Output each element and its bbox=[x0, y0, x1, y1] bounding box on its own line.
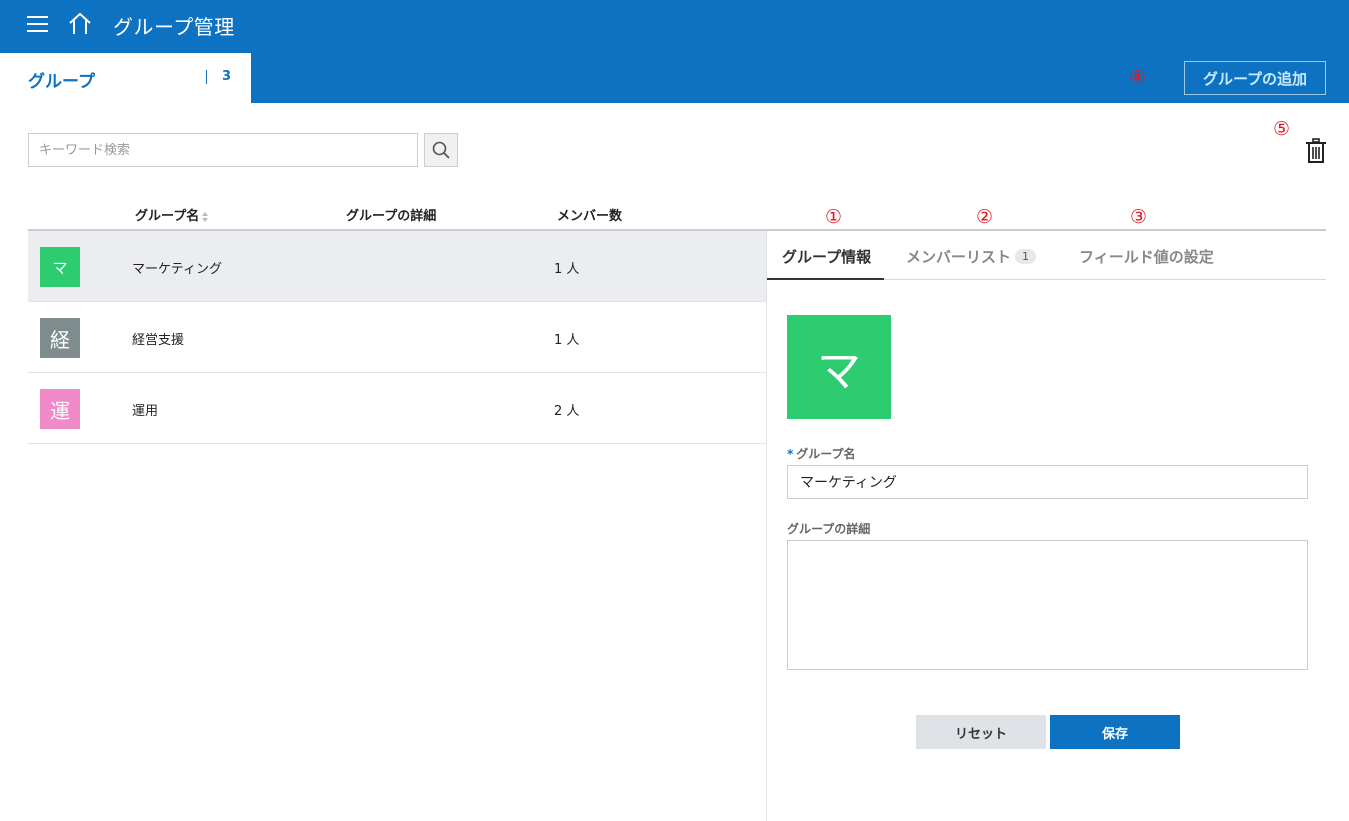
sort-icon[interactable] bbox=[201, 211, 209, 223]
annotation-3: ③ bbox=[1130, 206, 1148, 228]
trash-icon[interactable] bbox=[1305, 138, 1327, 164]
annotation-5: ⑤ bbox=[1273, 118, 1291, 140]
annotation-2: ② bbox=[976, 206, 994, 228]
group-name-label: * グループ名 bbox=[787, 445, 856, 462]
search-button[interactable] bbox=[424, 133, 458, 167]
search-icon bbox=[432, 141, 450, 159]
member-count-cell: 2 人 bbox=[554, 404, 580, 419]
search-input[interactable] bbox=[28, 133, 418, 167]
add-group-button[interactable]: グループの追加 bbox=[1184, 61, 1326, 95]
group-name-field[interactable] bbox=[787, 465, 1308, 499]
table-row[interactable]: 経 経営支援 1 人 bbox=[28, 302, 766, 373]
page-title: グループ管理 bbox=[113, 15, 235, 39]
group-name-cell: マーケティング bbox=[132, 262, 222, 277]
app-header: グループ管理 bbox=[0, 0, 1349, 53]
column-header-group-name-label: グループ名 bbox=[135, 209, 200, 224]
column-header-group-name[interactable]: グループ名 bbox=[135, 205, 209, 224]
group-name-cell: 運用 bbox=[132, 404, 159, 419]
table-row[interactable]: マ マーケティング 1 人 bbox=[28, 231, 766, 302]
member-count-cell: 1 人 bbox=[554, 262, 580, 277]
column-header-group-detail: グループの詳細 bbox=[346, 209, 437, 224]
tab-field-settings[interactable]: フィールド値の設定 bbox=[1079, 231, 1214, 280]
hamburger-menu-icon[interactable] bbox=[27, 15, 48, 33]
group-avatar: 運 bbox=[40, 389, 80, 429]
group-detail-field[interactable] bbox=[787, 540, 1308, 670]
tab-groups[interactable]: グループ 3 bbox=[0, 53, 251, 103]
column-header-member-count: メンバー数 bbox=[557, 209, 623, 224]
tab-groups-label: グループ bbox=[28, 72, 95, 92]
group-name-label-text: グループ名 bbox=[796, 447, 856, 461]
tab-groups-count: 3 bbox=[222, 69, 232, 84]
group-detail-label: グループの詳細 bbox=[787, 522, 871, 536]
panel-divider bbox=[766, 231, 767, 821]
save-button[interactable]: 保存 bbox=[1050, 715, 1180, 749]
group-avatar: 経 bbox=[40, 318, 80, 358]
home-icon[interactable] bbox=[67, 12, 93, 36]
tab-member-list-label: メンバーリスト bbox=[906, 248, 1012, 266]
required-mark: * bbox=[787, 447, 794, 461]
reset-button[interactable]: リセット bbox=[916, 715, 1046, 749]
tab-field-settings-label: フィールド値の設定 bbox=[1079, 248, 1214, 266]
detail-tabs: グループ情報 メンバーリスト 1 フィールド値の設定 bbox=[767, 231, 1326, 280]
group-avatar-large[interactable]: マ bbox=[787, 315, 891, 419]
group-avatar: マ bbox=[40, 247, 80, 287]
tab-separator bbox=[206, 70, 207, 84]
annotation-1: ① bbox=[825, 206, 843, 228]
group-name-cell: 経営支援 bbox=[132, 333, 185, 348]
tab-group-info[interactable]: グループ情報 bbox=[767, 231, 885, 280]
tab-bar: グループ 3 ④ グループの追加 bbox=[0, 53, 1349, 103]
member-count-badge: 1 bbox=[1015, 249, 1037, 264]
tab-group-info-label: グループ情報 bbox=[782, 248, 872, 266]
table-row[interactable]: 運 運用 2 人 bbox=[28, 373, 766, 444]
tab-member-list[interactable]: メンバーリスト 1 bbox=[906, 231, 1037, 280]
member-count-cell: 1 人 bbox=[554, 333, 580, 348]
annotation-4: ④ bbox=[1129, 67, 1147, 89]
